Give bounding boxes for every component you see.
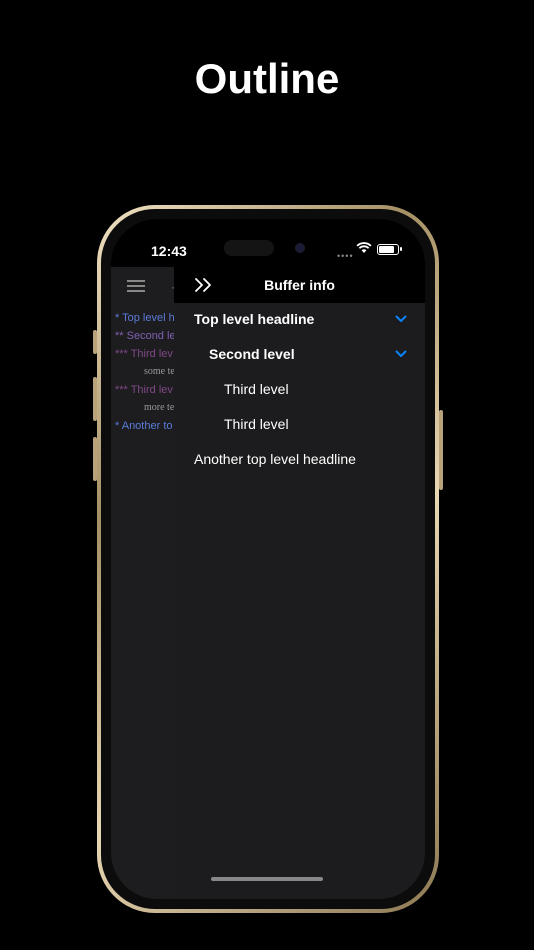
editor-line: *** Third lev xyxy=(115,384,173,396)
battery-tip xyxy=(400,247,402,251)
dynamic-island xyxy=(224,240,274,256)
status-time: 12:43 xyxy=(151,243,187,259)
battery-icon xyxy=(377,244,399,255)
outline-item-label: Another top level headline xyxy=(194,451,356,467)
editor-line: * Top level h xyxy=(115,312,175,324)
outline-item[interactable]: Top level headline xyxy=(174,303,425,338)
outline-item[interactable]: Third level xyxy=(174,373,425,408)
phone-screen: 12:43 •••• · * Top level h ** Second le … xyxy=(111,219,425,899)
wifi-icon xyxy=(356,242,372,253)
promo-headline: Outline xyxy=(194,55,340,102)
phone-power-button xyxy=(439,410,443,490)
camera-icon xyxy=(295,243,305,253)
outline-item-label: Third level xyxy=(224,381,289,397)
editor-pane[interactable]: · * Top level h ** Second le *** Third l… xyxy=(111,267,176,899)
editor-line: *** Third lev xyxy=(115,348,173,360)
editor-line: some te xyxy=(144,366,175,377)
outline-tree: Top level headline Second level Third le… xyxy=(174,303,425,478)
outline-item-label: Third level xyxy=(224,416,289,432)
outline-item[interactable]: Third level xyxy=(174,408,425,443)
outline-header: Buffer info xyxy=(174,267,425,303)
outline-panel: Top level headline Second level Third le… xyxy=(174,267,425,899)
signal-icon: •••• xyxy=(337,251,354,261)
chevron-down-icon[interactable] xyxy=(395,315,407,323)
outline-title: Buffer info xyxy=(264,277,335,293)
outline-item-label: Second level xyxy=(209,346,295,362)
editor-line: more te xyxy=(144,402,175,413)
editor-text[interactable]: * Top level h ** Second le *** Third lev… xyxy=(115,309,176,435)
home-indicator[interactable] xyxy=(211,877,323,881)
outline-item[interactable]: Another top level headline xyxy=(174,443,425,478)
outline-item-label: Top level headline xyxy=(194,311,315,327)
outline-item[interactable]: Second level xyxy=(174,338,425,373)
phone-frame: 12:43 •••• · * Top level h ** Second le … xyxy=(93,205,443,913)
phone-volume-up xyxy=(93,377,97,421)
editor-line: ** Second le xyxy=(115,330,176,342)
phone-side-button xyxy=(93,330,97,354)
editor-line: * Another to xyxy=(115,420,173,432)
menu-icon[interactable] xyxy=(127,280,145,292)
phone-volume-down xyxy=(93,437,97,481)
chevron-down-icon[interactable] xyxy=(395,350,407,358)
